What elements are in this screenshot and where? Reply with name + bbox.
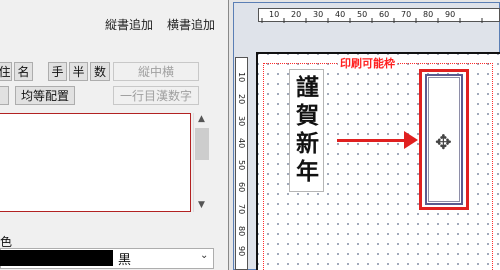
half-width-button[interactable]: 半 [69, 62, 88, 81]
horizontal-ruler: 10 20 30 40 50 60 70 80 90 [258, 8, 500, 23]
vertical-add-menu[interactable]: 縦書追加 [105, 16, 153, 33]
move-cursor-icon: ✥ [435, 130, 452, 154]
instruction-arrow-shaft [337, 139, 407, 142]
printable-area-label: 印刷可能枠 [338, 55, 397, 71]
instruction-arrow-head [404, 131, 418, 149]
vertical-text-char: 賀 [296, 102, 319, 129]
h-tick-label: 70 [401, 10, 412, 19]
vertical-text-char: 新 [296, 130, 319, 157]
address-char-button[interactable]: 住 [0, 62, 12, 81]
h-tick-label: 60 [379, 10, 390, 19]
vertical-ruler: 10 20 30 40 50 60 70 80 90 [235, 57, 248, 270]
text-input-area[interactable] [0, 113, 191, 212]
v-tick-label: 90 [237, 246, 246, 257]
v-tick-label: 40 [237, 138, 246, 149]
vertical-text-char: 謹 [296, 74, 319, 101]
tate-chu-yoko-button[interactable]: 縦中横 [113, 62, 199, 81]
v-tick-label: 20 [237, 94, 246, 105]
h-tick-label: 90 [445, 10, 456, 19]
v-tick-label: 10 [237, 72, 246, 83]
v-tick-label: 80 [237, 226, 246, 237]
v-tick-label: 50 [237, 160, 246, 171]
number-button[interactable]: 数 [90, 62, 110, 81]
chevron-down-icon[interactable]: ⌄ [200, 250, 208, 261]
scroll-up-icon[interactable]: ▲ [198, 114, 205, 124]
h-tick-label: 80 [423, 10, 434, 19]
h-tick-label: 10 [269, 10, 280, 19]
color-value: 黒 [118, 253, 132, 268]
even-layout-button[interactable]: 均等配置 [15, 86, 75, 105]
v-tick-label: 70 [237, 204, 246, 215]
h-tick-label: 50 [357, 10, 368, 19]
color-swatch [0, 250, 113, 266]
partial-left-button[interactable] [0, 86, 9, 105]
first-line-kanji-numbers-button[interactable]: 一行目漢数字 [113, 86, 199, 105]
scrollbar-thumb[interactable] [195, 128, 209, 160]
name-char-button[interactable]: 名 [14, 62, 33, 81]
h-tick-label: 30 [313, 10, 324, 19]
vertical-text-char: 年 [296, 158, 319, 185]
h-tick-label: 40 [335, 10, 346, 19]
h-tick-label: 20 [291, 10, 302, 19]
v-tick-label: 30 [237, 116, 246, 127]
scroll-down-icon[interactable]: ▼ [198, 200, 205, 210]
vertical-text-box[interactable]: 謹 賀 新 年 [289, 69, 324, 192]
horizontal-add-menu[interactable]: 横書追加 [167, 16, 215, 33]
hand-char-button[interactable]: 手 [48, 62, 67, 81]
v-tick-label: 60 [237, 182, 246, 193]
